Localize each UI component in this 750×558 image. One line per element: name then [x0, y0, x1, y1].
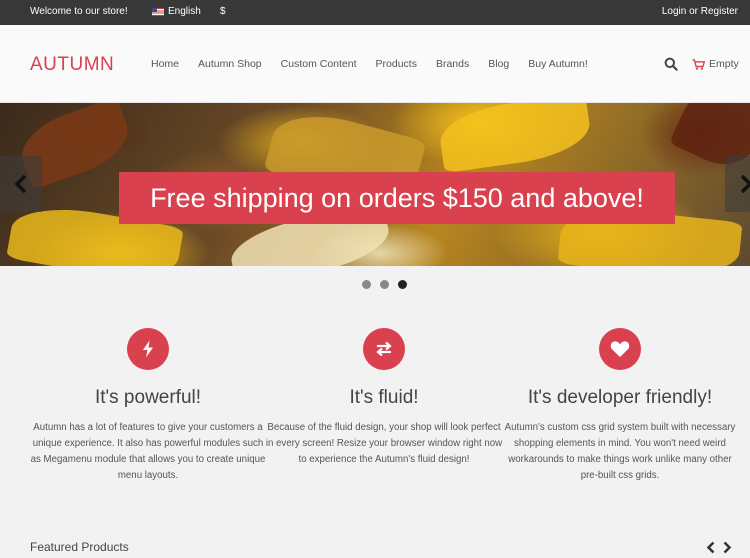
- lightning-icon: [143, 340, 153, 358]
- feature-icon-circle: [127, 328, 169, 370]
- chevron-left-icon: [14, 174, 27, 194]
- chevron-left-icon[interactable]: [706, 541, 716, 554]
- featured-products-title: Featured Products: [30, 540, 129, 554]
- slider-dot[interactable]: [380, 280, 389, 289]
- language-label: English: [168, 6, 201, 17]
- nav-item-blog[interactable]: Blog: [488, 58, 509, 70]
- feature-description: Autumn has a lot of features to give you…: [30, 422, 266, 481]
- main-nav: Home Autumn Shop Custom Content Products…: [151, 58, 607, 70]
- feature-fluid: It's fluid! Because of the fluid design,…: [264, 328, 504, 468]
- feature-description: Autumn's custom css grid system built wi…: [504, 422, 736, 481]
- feature-powerful: It's powerful! Autumn has a lot of featu…: [28, 328, 268, 484]
- top-bar: Welcome to our store! English $ Login or…: [0, 0, 750, 25]
- feature-description: Because of the fluid design, your shop w…: [265, 422, 503, 465]
- feature-icon-circle: [599, 328, 641, 370]
- feature-title: It's powerful!: [94, 387, 202, 408]
- feature-title: It's developer friendly!: [527, 387, 713, 408]
- nav-item-custom-content[interactable]: Custom Content: [281, 58, 357, 70]
- leaf-decoration: [436, 103, 594, 174]
- login-register-link[interactable]: Login or Register: [662, 6, 738, 17]
- search-icon[interactable]: [664, 57, 678, 71]
- slider-pagination: [362, 280, 407, 289]
- nav-item-autumn-shop[interactable]: Autumn Shop: [198, 58, 262, 70]
- slider-prev-button[interactable]: [0, 156, 42, 212]
- swap-arrows-icon: [376, 341, 392, 357]
- nav-item-products[interactable]: Products: [376, 58, 417, 70]
- chevron-right-icon: [740, 174, 750, 194]
- cart-label: Empty: [709, 58, 739, 70]
- nav-item-buy-autumn[interactable]: Buy Autumn!: [528, 58, 588, 70]
- slider-dot-active[interactable]: [398, 280, 407, 289]
- cart-button[interactable]: Empty: [692, 58, 739, 70]
- us-flag-icon: [152, 7, 164, 16]
- currency-selector[interactable]: $: [220, 6, 226, 17]
- welcome-message: Welcome to our store!: [30, 6, 128, 17]
- slider-next-button[interactable]: [725, 156, 750, 212]
- language-selector[interactable]: English: [152, 6, 201, 17]
- site-logo[interactable]: AUTUMN: [30, 54, 114, 76]
- feature-developer-friendly: It's developer friendly! Autumn's custom…: [500, 328, 740, 484]
- nav-item-home[interactable]: Home: [151, 58, 179, 70]
- hero-slider: Free shipping on orders $150 and above!: [0, 103, 750, 266]
- heart-icon: [610, 341, 630, 357]
- cart-icon: [692, 58, 705, 70]
- chevron-right-icon[interactable]: [722, 541, 732, 554]
- feature-icon-circle: [363, 328, 405, 370]
- promo-banner[interactable]: Free shipping on orders $150 and above!: [119, 172, 675, 224]
- feature-title: It's fluid!: [349, 387, 419, 408]
- site-header: AUTUMN Home Autumn Shop Custom Content P…: [0, 25, 750, 103]
- slider-dot[interactable]: [362, 280, 371, 289]
- nav-item-brands[interactable]: Brands: [436, 58, 469, 70]
- featured-products-nav: [706, 541, 732, 554]
